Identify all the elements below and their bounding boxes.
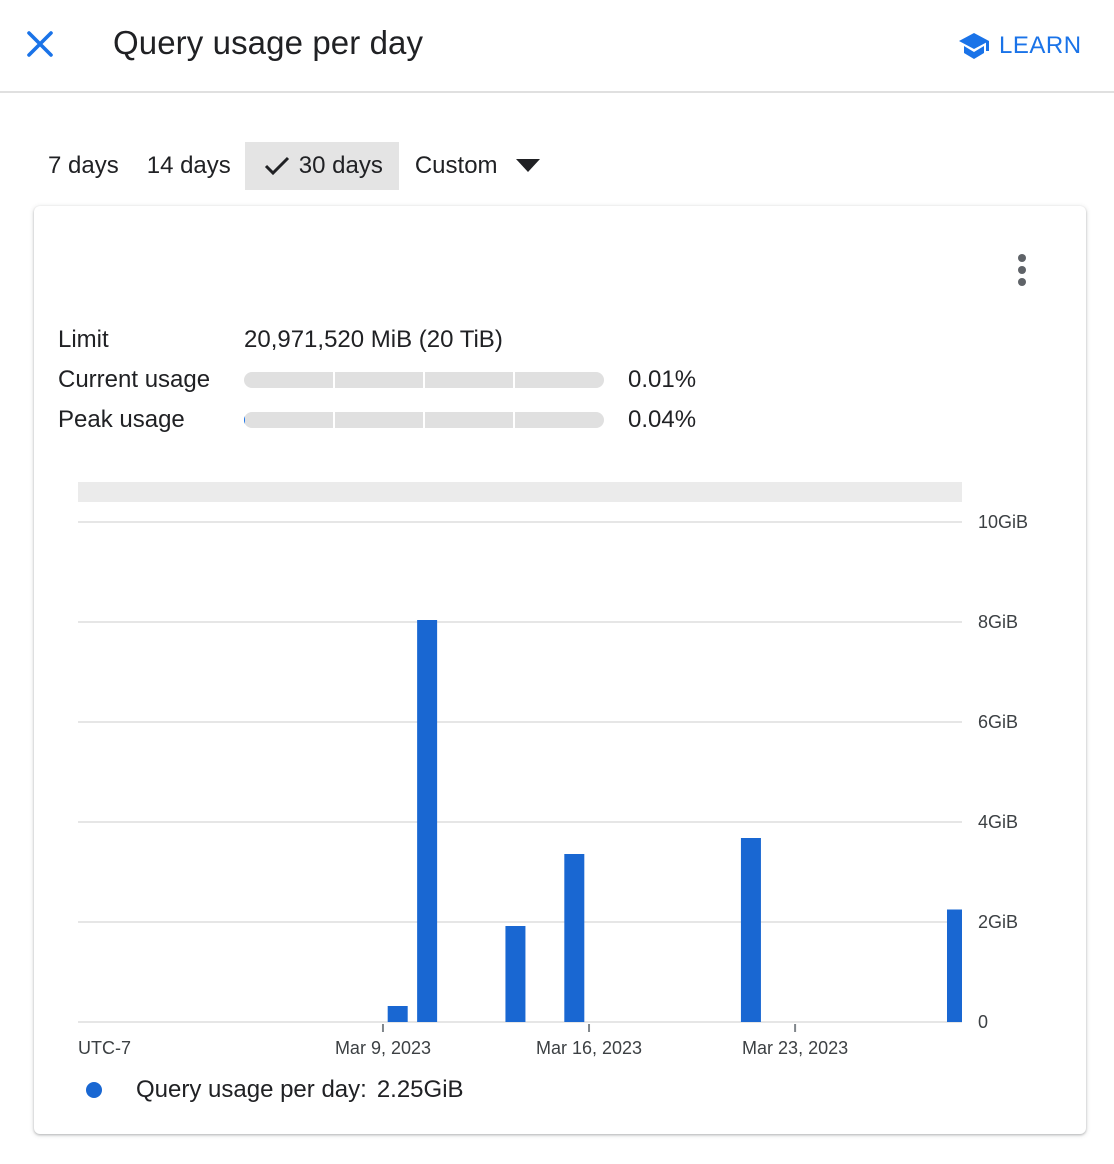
range-label: Custom bbox=[414, 152, 498, 179]
school-cap-icon bbox=[959, 33, 989, 59]
y-tick-label: 0 bbox=[978, 1012, 988, 1032]
learn-button[interactable]: LEARN bbox=[957, 30, 1082, 62]
caret-down-icon bbox=[515, 159, 540, 172]
check-icon bbox=[264, 156, 289, 176]
dialog-header: Query usage per day LEARN bbox=[0, 0, 1114, 93]
close-button[interactable] bbox=[22, 26, 58, 62]
range-label: 14 days bbox=[146, 152, 231, 179]
range-label: 7 days bbox=[48, 152, 119, 179]
x-tick-label: Mar 16, 2023 bbox=[536, 1038, 642, 1058]
chart-bar bbox=[740, 838, 761, 1022]
chart-bar bbox=[564, 854, 585, 1022]
close-icon bbox=[27, 31, 53, 57]
y-tick-label: 2GiB bbox=[978, 912, 1018, 932]
y-tick-label: 6GiB bbox=[978, 712, 1018, 732]
page-title: Query usage per day bbox=[113, 24, 424, 61]
x-tick-label: Mar 23, 2023 bbox=[742, 1038, 848, 1058]
legend-dot-icon bbox=[86, 1082, 102, 1098]
range-30-days[interactable]: 30 days bbox=[244, 142, 399, 190]
range-14-days[interactable]: 14 days bbox=[133, 142, 245, 190]
learn-label: LEARN bbox=[999, 32, 1082, 59]
usage-card: Limit 20,971,520 MiB (20 TiB) Current us… bbox=[34, 206, 1086, 1134]
range-7-days[interactable]: 7 days bbox=[34, 142, 133, 190]
chart-bar bbox=[387, 1006, 408, 1022]
y-tick-label: 8GiB bbox=[978, 612, 1018, 632]
range-custom-dropdown[interactable]: Custom bbox=[399, 142, 554, 190]
range-label: 30 days bbox=[298, 152, 383, 179]
chart-bar bbox=[505, 926, 526, 1022]
x-tick-label: Mar 9, 2023 bbox=[335, 1038, 431, 1058]
legend-value: 2.25GiB bbox=[376, 1076, 464, 1103]
chart-bar bbox=[946, 909, 962, 1022]
x-axis-timezone-label: UTC-7 bbox=[78, 1038, 131, 1058]
chart-legend: Query usage per day: 2.25GiB bbox=[86, 1076, 464, 1104]
usage-chart-svg: 0 2GiB 4GiB 6GiB 8GiB 10GiB Mar 9, 2023 Mar 16,… bbox=[78, 482, 1028, 1058]
y-tick-label: 10GiB bbox=[978, 512, 1028, 532]
legend-label: Query usage per day: bbox=[136, 1076, 367, 1103]
chart-bar bbox=[417, 620, 438, 1022]
y-tick-label: 4GiB bbox=[978, 812, 1018, 832]
date-range-selector: 7 days 14 days 30 days Custom bbox=[34, 142, 554, 190]
chart-scroll-band bbox=[78, 482, 962, 502]
